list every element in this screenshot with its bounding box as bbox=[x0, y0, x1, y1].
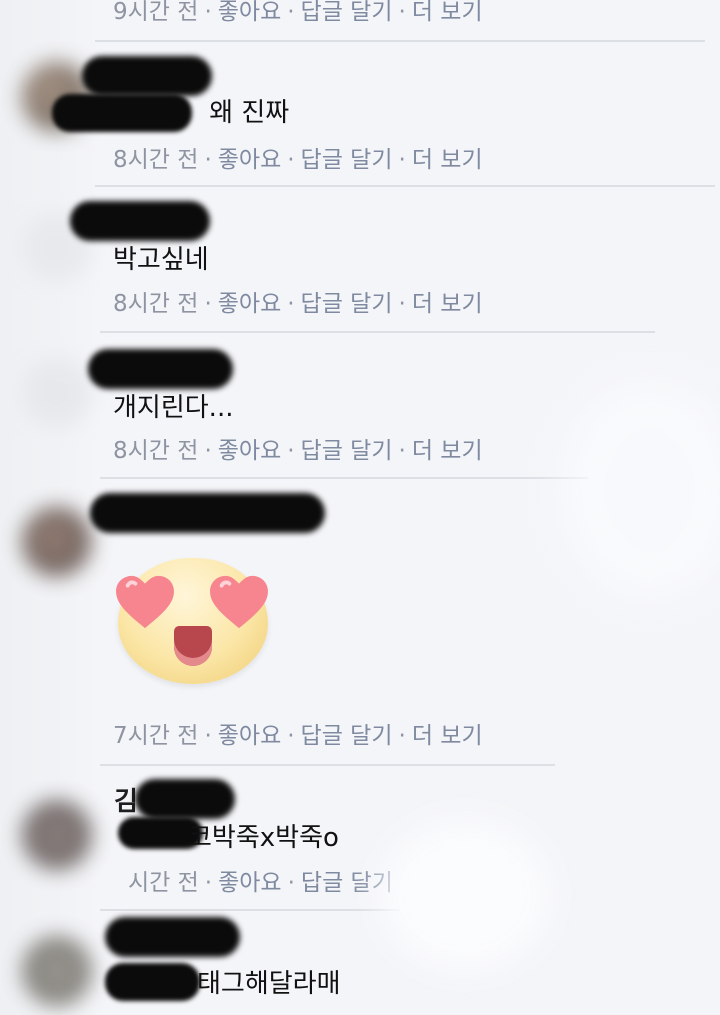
heart-eyes-emoji bbox=[116, 558, 268, 684]
like-button[interactable]: 좋아요 bbox=[218, 870, 281, 896]
redacted-name bbox=[90, 493, 325, 533]
more-button[interactable]: 더 보기 bbox=[412, 291, 483, 317]
comment-meta: 8시간 전 · 좋아요 · 답글 달기 · 더 보기 bbox=[113, 438, 483, 464]
comment-meta: 7시간 전 · 좋아요 · 답글 달기 · 더 보기 bbox=[113, 723, 483, 749]
comment-meta: 9시간 전 · 좋아요 · 답글 달기 · 더 보기 bbox=[113, 0, 483, 25]
comment-time: 9시간 전 bbox=[113, 0, 199, 25]
comment-time: 7시간 전 bbox=[113, 723, 199, 749]
redacted-name bbox=[135, 779, 235, 819]
reply-button[interactable]: 답글 달기 bbox=[301, 723, 393, 749]
comment-time: 8시간 전 bbox=[113, 438, 199, 464]
more-button[interactable]: 더 보기 bbox=[412, 723, 483, 749]
comment-meta: 8시간 전 · 좋아요 · 답글 달기 · 더 보기 bbox=[113, 147, 483, 173]
comment-text: 왜 진짜 bbox=[209, 98, 290, 128]
redacted-name bbox=[105, 917, 240, 957]
comment-item: 박고싶네 8시간 전 · 좋아요 · 답글 달기 · 더 보기 bbox=[0, 187, 720, 333]
redacted-name bbox=[88, 349, 233, 389]
comment-time: 8시간 전 bbox=[113, 147, 199, 173]
comment-text: 코박죽x박죽o bbox=[188, 823, 339, 853]
like-button[interactable]: 좋아요 bbox=[218, 147, 281, 173]
comment-item: 태그해달라매 bbox=[0, 911, 720, 1015]
more-button[interactable]: 더 보기 bbox=[412, 438, 483, 464]
comment-item: 김 코박죽x박죽o 시간 전 · 좋아요 · 답글 달기 bbox=[0, 765, 720, 911]
like-button[interactable]: 좋아요 bbox=[218, 438, 281, 464]
reply-button[interactable]: 답글 달기 bbox=[301, 0, 393, 25]
screen-glare bbox=[380, 820, 550, 970]
heart-icon bbox=[116, 575, 174, 629]
avatar[interactable] bbox=[22, 507, 92, 577]
heart-icon bbox=[210, 575, 268, 629]
reply-button[interactable]: 답글 달기 bbox=[301, 438, 393, 464]
like-button[interactable]: 좋아요 bbox=[218, 291, 281, 317]
comment-meta: 8시간 전 · 좋아요 · 답글 달기 · 더 보기 bbox=[113, 291, 483, 317]
reply-button[interactable]: 답글 달기 bbox=[301, 291, 393, 317]
comment-meta: 시간 전 · 좋아요 · 답글 달기 bbox=[128, 870, 393, 896]
avatar[interactable] bbox=[22, 936, 92, 1006]
more-button[interactable]: 더 보기 bbox=[412, 0, 483, 25]
comment-text: 태그해달라매 bbox=[197, 969, 341, 999]
emoji-mouth bbox=[174, 626, 212, 666]
redacted-mention bbox=[105, 963, 200, 1001]
comment-time: 시간 전 bbox=[128, 870, 199, 896]
avatar[interactable] bbox=[22, 800, 92, 870]
comment-time: 8시간 전 bbox=[113, 291, 199, 317]
avatar[interactable] bbox=[22, 358, 92, 428]
redacted-name bbox=[82, 56, 212, 96]
comment-item: 혁 왜 진짜 8시간 전·좋아요·답글 달기·더 보기 bbox=[0, 42, 720, 187]
more-button[interactable]: 더 보기 bbox=[412, 147, 483, 173]
like-button[interactable]: 좋아요 bbox=[218, 723, 281, 749]
redacted-name bbox=[70, 201, 210, 241]
reply-button[interactable]: 답글 달기 bbox=[301, 147, 393, 173]
like-button[interactable]: 좋아요 bbox=[218, 0, 281, 25]
comment-text: 박고싶네 bbox=[113, 245, 209, 275]
comment-item: 9시간 전 · 좋아요 · 답글 달기 · 더 보기 bbox=[0, 0, 720, 42]
comment-body: 혁 왜 진짜 bbox=[113, 92, 289, 129]
comment-text: 개지린다... bbox=[113, 393, 234, 423]
